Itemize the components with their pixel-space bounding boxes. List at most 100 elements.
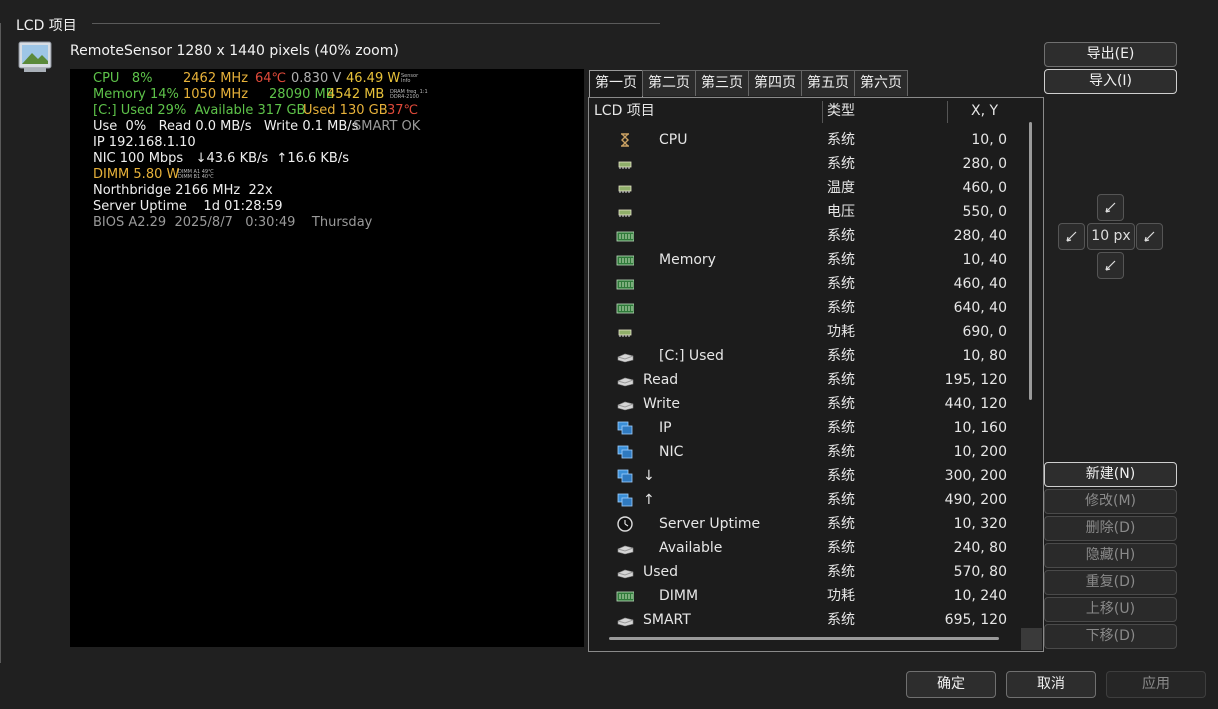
column-header-item[interactable]: LCD 项目 (594, 98, 655, 125)
tab-page-3[interactable]: 第三页 (695, 70, 749, 96)
list-item-xy: 460, 0 (962, 180, 1007, 196)
list-item-xy: 10, 320 (953, 516, 1007, 532)
list-item[interactable]: CPU 系统 10, 0 (589, 128, 1019, 152)
list-item[interactable]: ↓ 系统 300, 200 (589, 464, 1019, 488)
page-tabs: 第一页 第二页 第三页 第四页 第五页 第六页 (589, 70, 908, 98)
tab-page-2[interactable]: 第二页 (642, 70, 696, 96)
delete-button[interactable]: 删除(D) (1044, 516, 1177, 541)
group-title: LCD 项目 (16, 18, 77, 34)
preview-line-text: Use 0% Read 0.0 MB/s Write 0.1 MB/s (93, 119, 359, 134)
list-item-name: Read (643, 372, 679, 388)
memory-icon (616, 584, 636, 608)
tab-page-1[interactable]: 第一页 (589, 70, 643, 98)
hide-button[interactable]: 隐藏(H) (1044, 543, 1177, 568)
list-item[interactable]: SMART 系统 695, 120 (589, 608, 1019, 632)
list-item[interactable]: Memory 系统 10, 40 (589, 248, 1019, 272)
list-item-type: 系统 (827, 492, 855, 508)
column-header-type[interactable]: 类型 (827, 98, 855, 125)
apply-button[interactable]: 应用 (1106, 671, 1206, 698)
list-item-xy: 10, 160 (953, 420, 1007, 436)
vertical-scrollbar[interactable] (1028, 122, 1042, 627)
column-header-xy[interactable]: X, Y (971, 98, 998, 125)
list-item-name: DIMM (659, 588, 699, 604)
list-item[interactable]: 电压 550, 0 (589, 200, 1019, 224)
export-button[interactable]: 导出(E) (1044, 42, 1177, 67)
vertical-scrollbar-thumb[interactable] (1029, 122, 1032, 400)
list-item-type: 系统 (827, 420, 855, 436)
list-item[interactable]: NIC 系统 10, 200 (589, 440, 1019, 464)
drive-icon (616, 368, 636, 392)
network-icon (616, 488, 636, 512)
list-item-type: 系统 (827, 540, 855, 556)
list-item[interactable]: Write 系统 440, 120 (589, 392, 1019, 416)
memory-icon (616, 248, 636, 272)
list-item-type: 系统 (827, 396, 855, 412)
list-item-name: Write (643, 396, 680, 412)
import-button[interactable]: 导入(I) (1044, 69, 1177, 94)
preview-line-text: [C:] Used 29% Available 317 GB (93, 103, 306, 118)
tab-page-5[interactable]: 第五页 (801, 70, 855, 96)
move-down-button[interactable]: 下移(D) (1044, 624, 1177, 649)
cancel-button[interactable]: 取消 (1006, 671, 1096, 698)
chip-icon (616, 200, 636, 224)
list-item[interactable]: 系统 280, 0 (589, 152, 1019, 176)
list-item[interactable]: 功耗 690, 0 (589, 320, 1019, 344)
preview-line-text: Server Uptime 1d 01:28:59 (93, 199, 283, 214)
list-item-xy: 460, 40 (953, 276, 1007, 292)
list-item-xy: 10, 40 (962, 252, 1007, 268)
list-item-name: CPU (659, 132, 688, 148)
drive-icon (616, 560, 636, 584)
list-item[interactable]: 温度 460, 0 (589, 176, 1019, 200)
list-item[interactable]: Server Uptime 系统 10, 320 (589, 512, 1019, 536)
move-right-arrow-button[interactable] (1136, 223, 1163, 250)
list-header: LCD 项目 类型 X, Y (589, 98, 1043, 125)
move-up-button[interactable]: 上移(U) (1044, 597, 1177, 622)
list-item[interactable]: 系统 460, 40 (589, 272, 1019, 296)
tab-page-4[interactable]: 第四页 (748, 70, 802, 96)
list-item[interactable]: DIMM 功耗 10, 240 (589, 584, 1019, 608)
preview-line-text: BIOS A2.29 2025/8/7 0:30:49 Thursday (93, 215, 373, 230)
network-icon (616, 440, 636, 464)
clock-icon (616, 512, 636, 536)
list-item[interactable]: Read 系统 195, 120 (589, 368, 1019, 392)
preview-line-text: SMART OK (353, 119, 421, 134)
list-item-type: 系统 (827, 300, 855, 316)
tab-page-6[interactable]: 第六页 (854, 70, 908, 96)
list-item-type: 功耗 (827, 588, 855, 604)
list-item-xy: 690, 0 (962, 324, 1007, 340)
network-icon (616, 464, 636, 488)
ok-button[interactable]: 确定 (906, 671, 996, 698)
list-item-type: 系统 (827, 468, 855, 484)
horizontal-scrollbar[interactable] (609, 637, 999, 640)
list-item[interactable]: IP 系统 10, 160 (589, 416, 1019, 440)
move-up-arrow-button[interactable] (1097, 194, 1124, 221)
preview-line-text: 46.49 W (346, 71, 401, 86)
list-item[interactable]: ↑ 系统 490, 200 (589, 488, 1019, 512)
network-icon (616, 416, 636, 440)
list-item[interactable]: [C:] Used 系统 10, 80 (589, 344, 1019, 368)
list-item[interactable]: Available 系统 240, 80 (589, 536, 1019, 560)
preview-line-text: 2462 MHz (183, 71, 249, 86)
lcd-preview[interactable]: Sensor Info DRAM freq 1:1 DDR4-2100 DIMM… (70, 69, 584, 647)
column-divider[interactable] (947, 101, 948, 123)
move-left-arrow-button[interactable] (1058, 223, 1085, 250)
memory-icon (616, 224, 636, 248)
lcd-items-list[interactable]: LCD 项目 类型 X, Y CPU 系统 10, 0 系统 280, 0 温度 460, … (588, 97, 1044, 652)
move-down-arrow-button[interactable] (1097, 252, 1124, 279)
list-item-xy: 240, 80 (953, 540, 1007, 556)
preview-title: RemoteSensor 1280 x 1440 pixels (40% zoo… (70, 43, 399, 59)
duplicate-button[interactable]: 重复(D) (1044, 570, 1177, 595)
new-button[interactable]: 新建(N) (1044, 462, 1177, 487)
list-item[interactable]: 系统 640, 40 (589, 296, 1019, 320)
column-divider[interactable] (822, 101, 823, 123)
list-item[interactable]: 系统 280, 40 (589, 224, 1019, 248)
pencil-icon (1144, 231, 1155, 242)
scrollbar-corner (1021, 628, 1042, 650)
list-item-type: 功耗 (827, 324, 855, 340)
list-item-xy: 280, 40 (953, 228, 1007, 244)
modify-button[interactable]: 修改(M) (1044, 489, 1177, 514)
lcd-monitor-icon (18, 41, 52, 72)
list-item[interactable]: Used 系统 570, 80 (589, 560, 1019, 584)
list-item-type: 系统 (827, 444, 855, 460)
drive-icon (616, 608, 636, 632)
